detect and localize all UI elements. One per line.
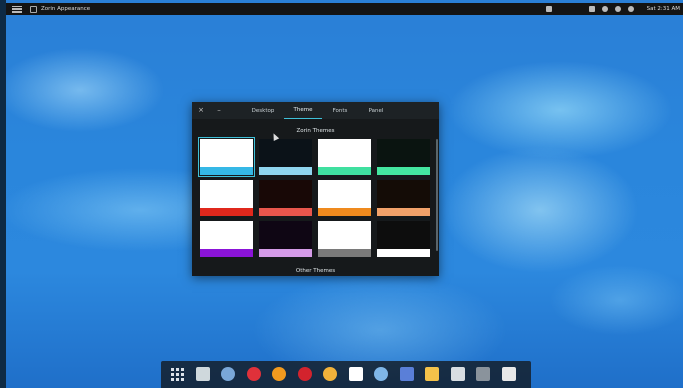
theme-preview-accent bbox=[200, 208, 253, 216]
music-icon[interactable] bbox=[588, 6, 595, 12]
photos-icon[interactable] bbox=[425, 367, 439, 381]
theme-preview-accent bbox=[377, 167, 430, 175]
file-manager-icon[interactable] bbox=[195, 367, 210, 381]
theme-preview-accent bbox=[200, 167, 253, 175]
theme-preview-accent bbox=[377, 249, 430, 257]
theme-light-orange[interactable] bbox=[318, 180, 371, 216]
zorin-menu-icon[interactable] bbox=[12, 5, 22, 13]
display-icon[interactable] bbox=[476, 367, 490, 381]
theme-preview-accent bbox=[259, 249, 312, 257]
package-icon[interactable] bbox=[374, 367, 388, 381]
tab-theme[interactable]: Theme bbox=[284, 102, 322, 119]
theme-dark-orange[interactable] bbox=[377, 180, 430, 216]
top-panel: Zorin Appearance Sat 2:31 AM bbox=[6, 3, 683, 15]
theme-preview-window bbox=[318, 221, 371, 249]
theme-dark-purple[interactable] bbox=[259, 221, 312, 257]
power-icon[interactable] bbox=[627, 6, 634, 12]
scrollbar[interactable] bbox=[436, 139, 438, 251]
theme-preview-accent bbox=[259, 208, 312, 216]
theme-light-red[interactable] bbox=[200, 180, 253, 216]
active-app-name[interactable]: Zorin Appearance bbox=[41, 6, 90, 12]
theme-dark-blue[interactable] bbox=[259, 139, 312, 175]
theme-light-grey[interactable] bbox=[318, 221, 371, 257]
tab-desktop[interactable]: Desktop bbox=[242, 102, 284, 119]
theme-preview-window bbox=[318, 180, 371, 208]
theme-preview-accent bbox=[259, 167, 312, 175]
theme-preview-window bbox=[377, 139, 430, 167]
theme-content: Zorin Themes Other Themes bbox=[192, 119, 439, 276]
theme-preview-window bbox=[200, 221, 253, 249]
screen-left-edge bbox=[0, 0, 6, 388]
clock[interactable]: Sat 2:31 AM bbox=[647, 6, 680, 12]
theme-preview-window bbox=[377, 221, 430, 249]
minimize-icon[interactable]: – bbox=[214, 106, 224, 114]
appearance-app-icon bbox=[30, 5, 37, 13]
document-icon[interactable] bbox=[348, 367, 363, 381]
chat-icon[interactable] bbox=[323, 367, 337, 381]
theme-light-green[interactable] bbox=[318, 139, 371, 175]
theme-preview-window bbox=[200, 180, 253, 208]
theme-dark-green[interactable] bbox=[377, 139, 430, 175]
theme-preview-accent bbox=[318, 208, 371, 216]
section-title-zorin: Zorin Themes bbox=[296, 128, 335, 134]
theme-preview-window bbox=[200, 139, 253, 167]
chromium-icon[interactable] bbox=[221, 367, 235, 381]
send-icon[interactable] bbox=[399, 367, 414, 381]
firefox-icon[interactable] bbox=[272, 367, 286, 381]
apps-grid-icon[interactable] bbox=[170, 367, 184, 381]
theme-preview-window bbox=[259, 221, 312, 249]
terminal-icon[interactable] bbox=[450, 367, 465, 381]
record-icon[interactable] bbox=[297, 367, 312, 381]
workspace-icon[interactable] bbox=[545, 6, 552, 12]
theme-light-blue[interactable] bbox=[198, 137, 255, 177]
theme-preview-accent bbox=[318, 249, 371, 257]
dialog-titlebar[interactable]: × – Desktop Theme Fonts Panel bbox=[192, 102, 439, 119]
section-title-other: Other Themes bbox=[295, 268, 336, 274]
dock bbox=[161, 361, 531, 388]
system-tray: Sat 2:31 AM bbox=[545, 6, 680, 12]
theme-dark-red[interactable] bbox=[259, 180, 312, 216]
theme-preview-window bbox=[259, 139, 312, 167]
theme-dark-grey[interactable] bbox=[377, 221, 430, 257]
theme-preview-accent bbox=[377, 208, 430, 216]
network-icon[interactable] bbox=[601, 6, 608, 12]
vivaldi-icon[interactable] bbox=[246, 367, 261, 381]
tab-bar: Desktop Theme Fonts Panel bbox=[242, 102, 394, 119]
tab-fonts[interactable]: Fonts bbox=[322, 102, 358, 119]
theme-light-purple[interactable] bbox=[200, 221, 253, 257]
theme-preview-window bbox=[377, 180, 430, 208]
tab-panel[interactable]: Panel bbox=[358, 102, 394, 119]
close-icon[interactable]: × bbox=[196, 106, 206, 114]
editor-icon[interactable] bbox=[501, 367, 516, 381]
theme-preview-accent bbox=[318, 167, 371, 175]
appearance-dialog: × – Desktop Theme Fonts Panel Zorin Them… bbox=[192, 102, 439, 276]
volume-icon[interactable] bbox=[614, 6, 621, 12]
theme-preview-window bbox=[259, 180, 312, 208]
theme-preview-window bbox=[318, 139, 371, 167]
theme-preview-accent bbox=[200, 249, 253, 257]
